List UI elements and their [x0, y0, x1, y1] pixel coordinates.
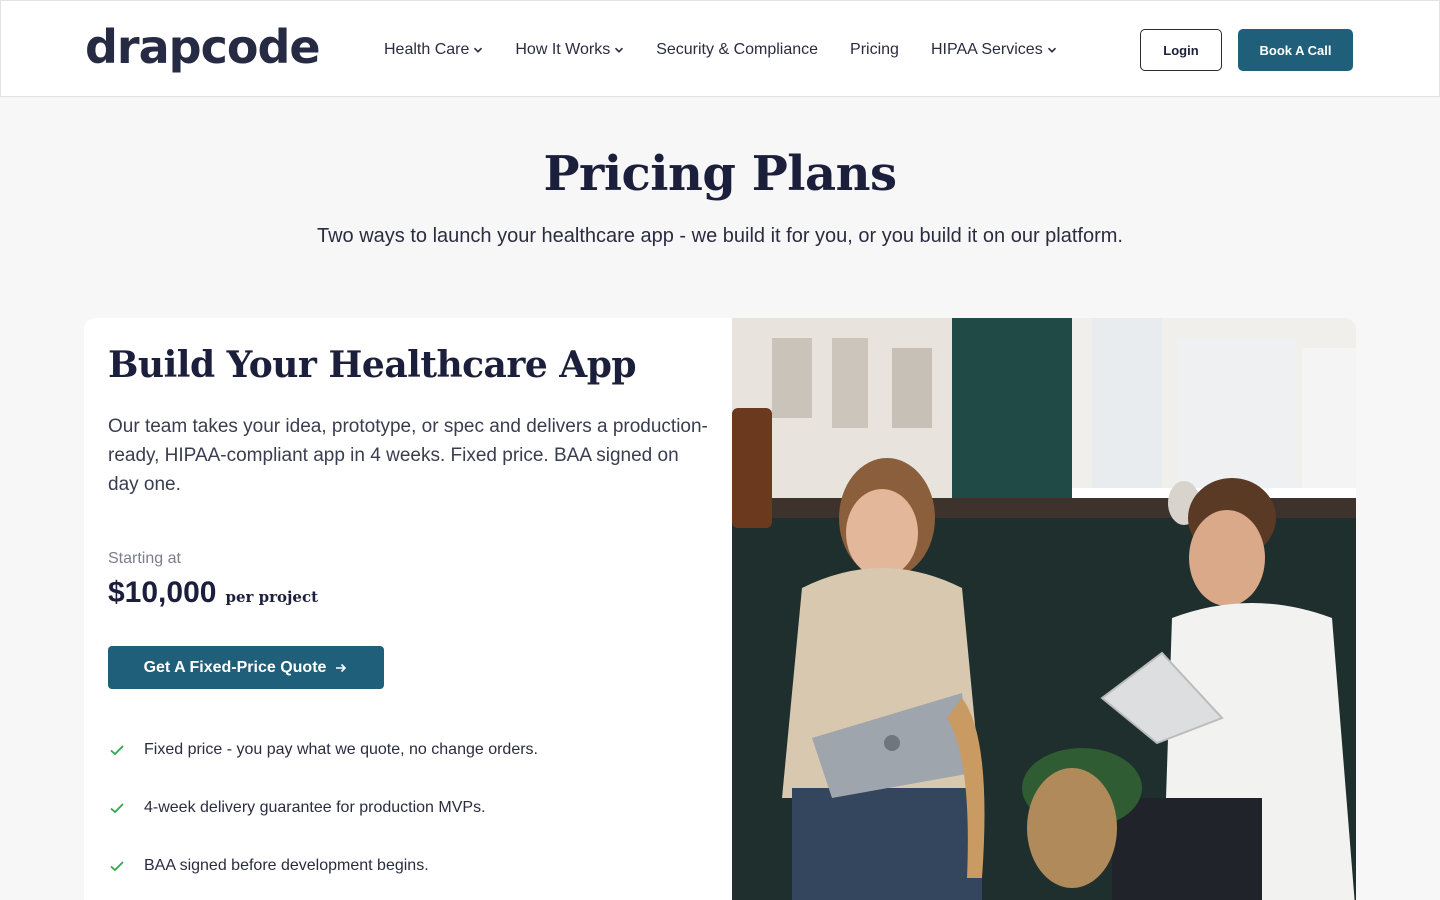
check-icon — [110, 745, 124, 756]
chevron-down-icon — [474, 47, 483, 53]
photo-illustration — [732, 318, 1356, 900]
feature-list: Fixed price - you pay what we quote, no … — [108, 738, 538, 900]
site-header: drapcode Health Care How It Works Securi… — [0, 0, 1440, 97]
price-unit: per project — [225, 588, 319, 606]
pricing-card: Build Your Healthcare App Our team takes… — [84, 318, 1356, 900]
nav-item-security-compliance[interactable]: Security & Compliance — [656, 41, 818, 59]
list-item: 4-week delivery guarantee for production… — [108, 796, 538, 820]
price-label: Starting at — [108, 550, 181, 567]
plan-title: Build Your Healthcare App — [108, 344, 637, 386]
check-icon — [110, 803, 124, 814]
chevron-down-icon — [1047, 47, 1056, 53]
arrow-right-icon — [336, 663, 347, 672]
nav-item-label: How It Works — [515, 41, 611, 58]
page-subtitle: Two ways to launch your healthcare app -… — [317, 225, 1123, 247]
nav-item-health-care[interactable]: Health Care — [384, 41, 483, 59]
main-nav: Health Care How It Works Security & Comp… — [384, 37, 1089, 63]
logo[interactable]: drapcode — [85, 19, 321, 75]
price-amount: $10,000 — [108, 576, 217, 609]
nav-item-label: HIPAA Services — [930, 41, 1043, 58]
book-a-call-button[interactable]: Book A Call — [1238, 29, 1353, 71]
get-quote-label: Get A Fixed-Price Quote — [143, 658, 327, 676]
nav-item-label: Pricing — [850, 41, 899, 58]
nav-item-hipaa-services[interactable]: HIPAA Services — [931, 41, 1057, 59]
check-icon — [110, 861, 124, 872]
nav-item-how-it-works[interactable]: How It Works — [515, 41, 624, 59]
nav-item-label: Health Care — [384, 41, 470, 58]
list-item: BAA signed before development begins. — [108, 854, 538, 878]
list-item: Fixed price - you pay what we quote, no … — [108, 738, 538, 762]
nav-item-label: Security & Compliance — [656, 41, 819, 58]
chevron-down-icon — [615, 47, 624, 53]
login-button[interactable]: Login — [1140, 29, 1222, 71]
feature-text: BAA signed before development begins. — [144, 857, 429, 874]
nav-item-pricing[interactable]: Pricing — [850, 41, 899, 59]
feature-text: 4-week delivery guarantee for production… — [144, 799, 486, 816]
page-title: Pricing Plans — [543, 146, 897, 202]
feature-text: Fixed price - you pay what we quote, no … — [144, 741, 538, 758]
plan-description: Our team takes your idea, prototype, or … — [108, 416, 708, 495]
get-quote-button[interactable]: Get A Fixed-Price Quote — [108, 646, 384, 689]
plan-photo — [732, 318, 1356, 900]
price-row: $10,000 per project — [108, 576, 318, 610]
